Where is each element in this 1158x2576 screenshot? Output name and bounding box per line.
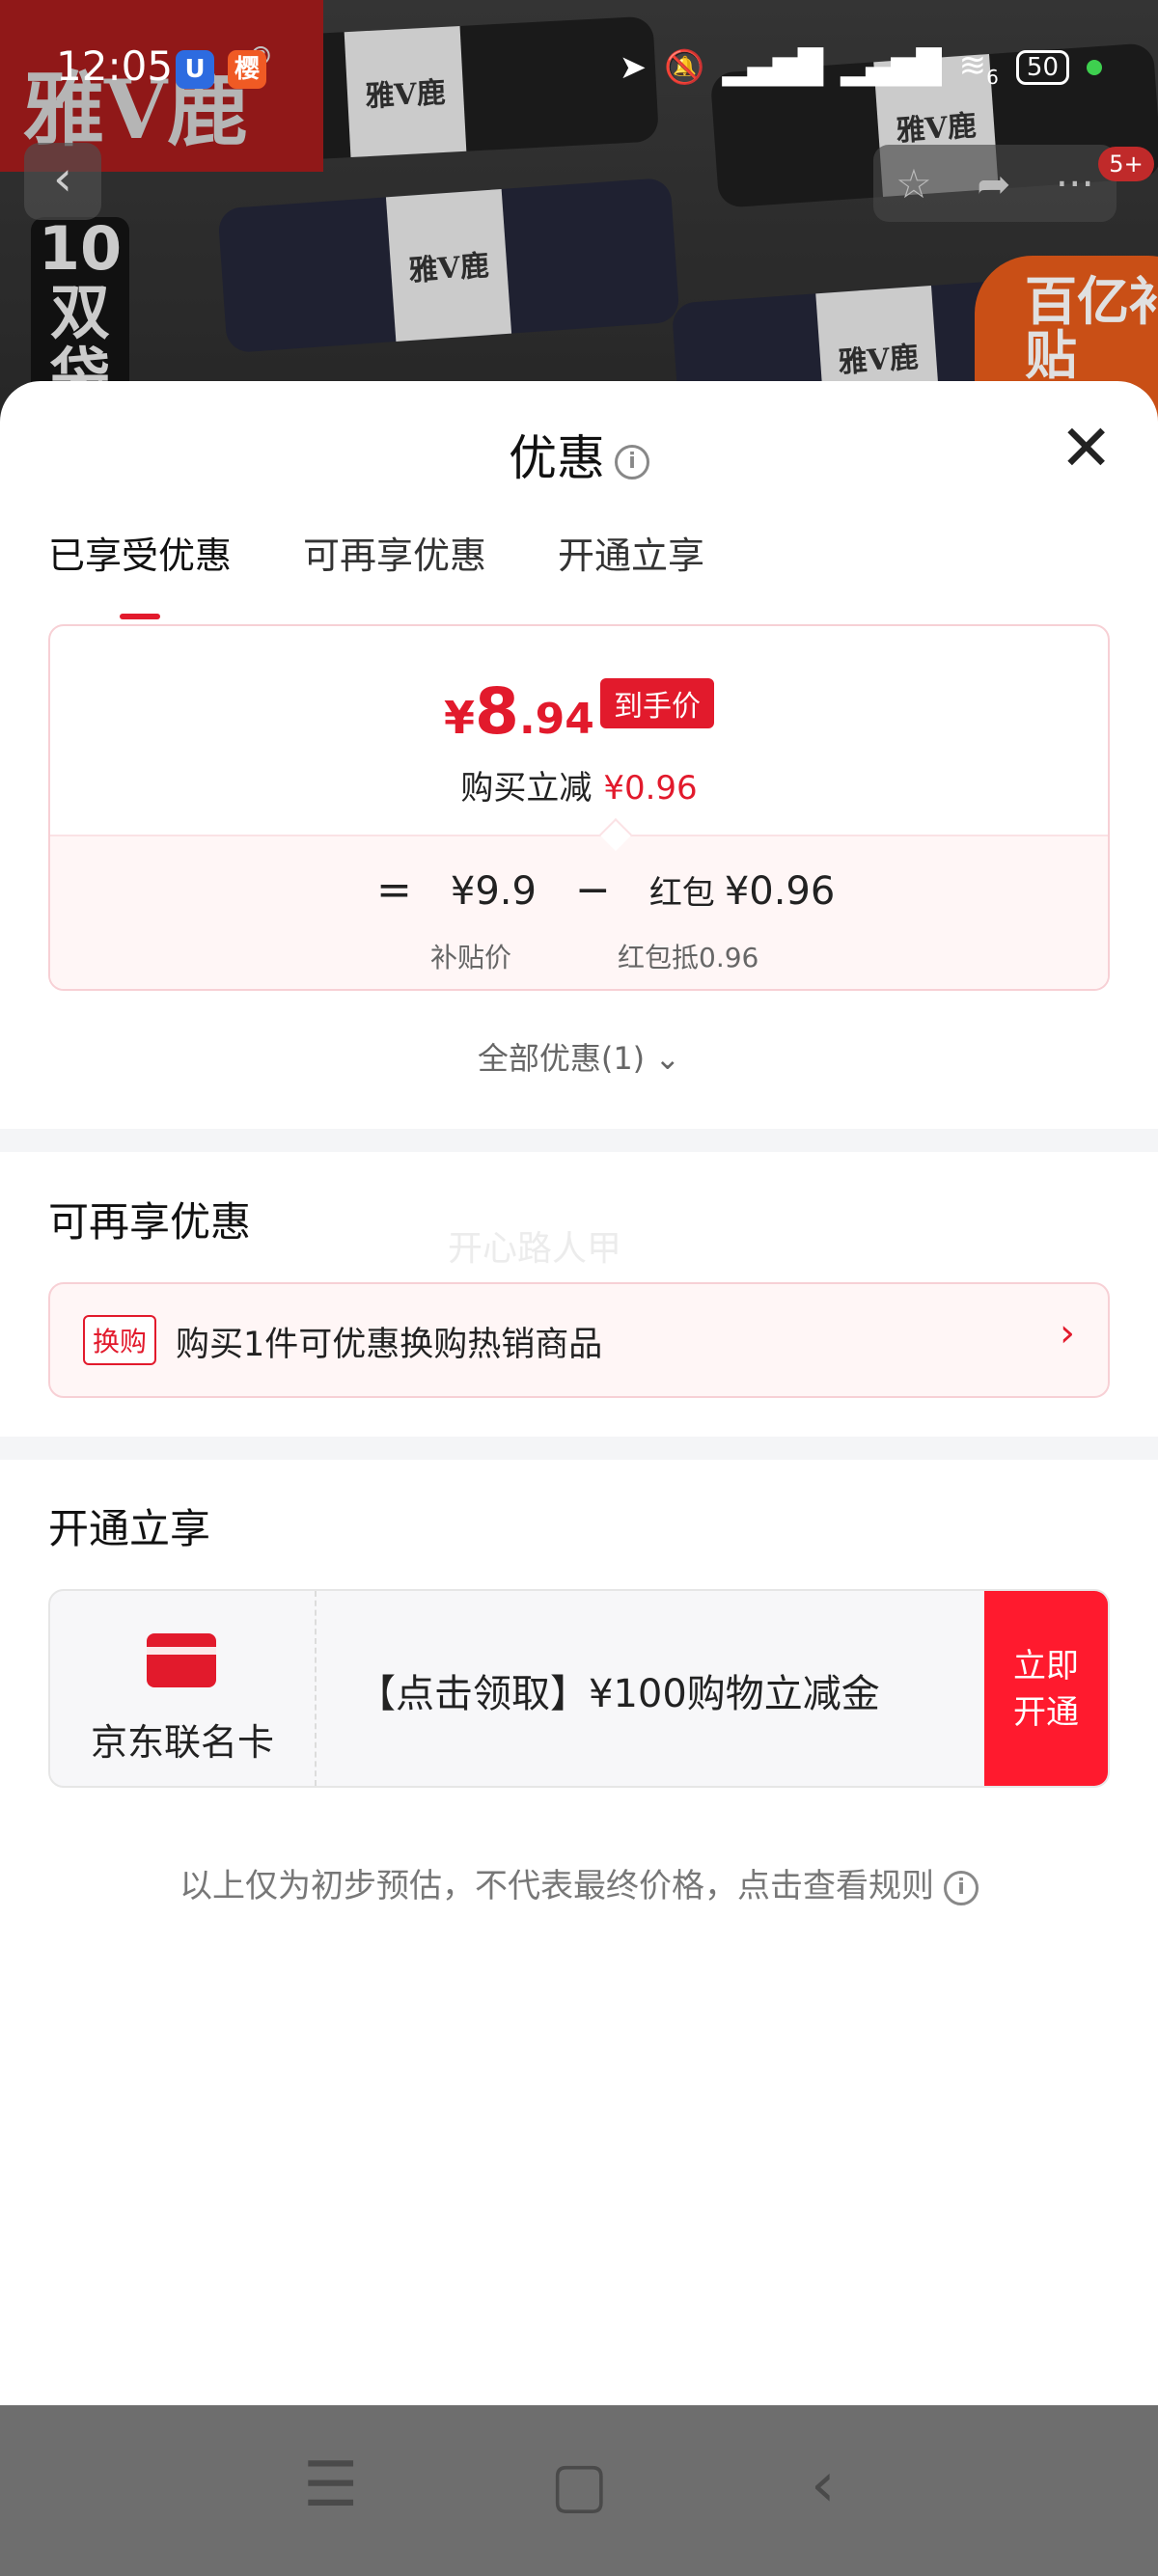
chevron-left-icon: ‹ (53, 151, 72, 206)
info-icon: i (944, 1870, 979, 1905)
wifi-icon: ≋6 (958, 46, 999, 89)
equals-sign: = (376, 865, 412, 915)
info-icon[interactable]: i (615, 444, 649, 480)
subsidy-price: ¥9.9 (450, 869, 537, 914)
final-price-area: ¥8.94 到手价 购买立减 ¥0.96 (50, 626, 1108, 835)
status-time: 12:05 (56, 42, 174, 90)
instant-cut-label: 购买立减 (460, 769, 593, 808)
minus-sign: − (574, 865, 611, 915)
system-nav-bar: ☰ ▢ ‹ (0, 2405, 1158, 2576)
price-formula-area: = ¥9.9 − 红包 ¥0.96 补贴价 红包抵0.96 (50, 818, 1108, 989)
redpack-amount: ¥0.96 (724, 869, 836, 914)
credit-card-icon (147, 1633, 216, 1687)
open-enjoy-title: 开通立享 (48, 1505, 211, 1552)
discount-sheet: 优惠 i ✕ 已享受优惠 可再享优惠 开通立享 ¥8.94 到手价 购买立减 ¥0.… (0, 381, 1158, 2405)
open-button-line1: 立即 (1013, 1647, 1079, 1685)
swap-offer-text: 购买1件可优惠换购热销商品 (176, 1326, 603, 1364)
instant-cut-amount: ¥0.96 (603, 769, 698, 808)
price-breakdown-card: ¥8.94 到手价 购买立减 ¥0.96 = ¥9.9 − 红包 ¥0.96 补贴… (48, 624, 1110, 991)
final-price: ¥8.94 (444, 674, 594, 749)
card-offer-text: 【点击领取】¥100购物立减金 (357, 1672, 880, 1716)
home-icon[interactable]: ▢ (550, 2452, 608, 2519)
back-button[interactable]: ‹ (24, 143, 101, 220)
tab-enjoyed[interactable]: 已享受优惠 (48, 526, 232, 619)
top-right-toolbar: ☆ ➦ ··· (873, 145, 1117, 222)
star-icon[interactable]: ☆ (896, 160, 932, 207)
chevron-right-icon: › (1060, 1311, 1075, 1356)
tab-bar: 已享受优惠 可再享优惠 开通立享 (48, 526, 704, 619)
status-icons: ➤ 🔕 ▂▄▆█ ▂▄▆█ ≋6 50 (620, 46, 1102, 89)
status-bar: 12:05 U 樱 ➤ 🔕 ▂▄▆█ ▂▄▆█ ≋6 50 (0, 0, 1158, 135)
price-decimal: .94 (518, 695, 594, 744)
card-info: 京东联名卡 (50, 1591, 317, 1786)
battery-icon: 50 (1015, 49, 1069, 85)
signal-icon: ▂▄▆█ (841, 47, 942, 87)
all-deals-toggle[interactable]: 全部优惠(1) ⌄ (0, 1034, 1158, 1079)
redpack-label: 红包 (648, 874, 715, 913)
more-icon[interactable]: ··· (1056, 160, 1094, 207)
disclaimer-text: 以上仅为初步预估，不代表最终价格，点击查看规则 (179, 1867, 934, 1905)
app-notification-icon: U (176, 50, 214, 89)
tab-more-deals[interactable]: 可再享优惠 (303, 526, 486, 579)
cobrand-card-offer[interactable]: 京东联名卡 【点击领取】¥100购物立减金 立即 开通 (48, 1589, 1110, 1788)
open-now-button[interactable]: 立即 开通 (984, 1591, 1108, 1786)
final-price-tag: 到手价 (600, 678, 714, 728)
close-icon[interactable]: ✕ (1060, 417, 1113, 480)
swap-offer-row[interactable]: 换购 购买1件可优惠换购热销商品 › (48, 1282, 1110, 1398)
currency-symbol: ¥ (444, 692, 476, 744)
menu-icon[interactable]: ☰ (303, 2452, 358, 2519)
disclaimer[interactable]: 以上仅为初步预估，不代表最终价格，点击查看规则 i (0, 1859, 1158, 1906)
subsidy-price-label: 补贴价 (430, 942, 512, 973)
sheet-title-text: 优惠 (509, 430, 605, 486)
signal-icon: ▂▄▆█ (722, 47, 824, 87)
share-icon[interactable]: ➦ (977, 160, 1010, 207)
more-deals-title: 可再享优惠 (48, 1198, 252, 1246)
card-name: 京东联名卡 (90, 1721, 274, 1764)
location-icon: ➤ (619, 47, 648, 87)
swap-tag: 换购 (83, 1315, 157, 1365)
section-divider (0, 1437, 1158, 1460)
instant-cut: 购买立减 ¥0.96 (50, 761, 1108, 808)
sheet-title: 优惠 i (0, 420, 1158, 489)
mute-icon: 🔕 (664, 47, 705, 87)
price-integer: 8 (475, 674, 519, 749)
wifi-badge: 6 (986, 65, 999, 89)
back-icon[interactable]: ‹ (811, 2452, 836, 2519)
open-button-line2: 开通 (1013, 1693, 1079, 1732)
price-formula: = ¥9.9 − 红包 ¥0.96 (376, 865, 835, 915)
notification-count-badge: 5+ (1098, 147, 1154, 181)
tab-open-enjoy[interactable]: 开通立享 (558, 526, 704, 579)
active-dot-icon (1087, 59, 1102, 75)
section-divider (0, 1129, 1158, 1152)
app-notification-icon: 樱 (228, 50, 266, 89)
redpack-sub-label: 红包抵0.96 (618, 942, 759, 973)
watermark: 开心路人甲 (448, 1229, 622, 1269)
